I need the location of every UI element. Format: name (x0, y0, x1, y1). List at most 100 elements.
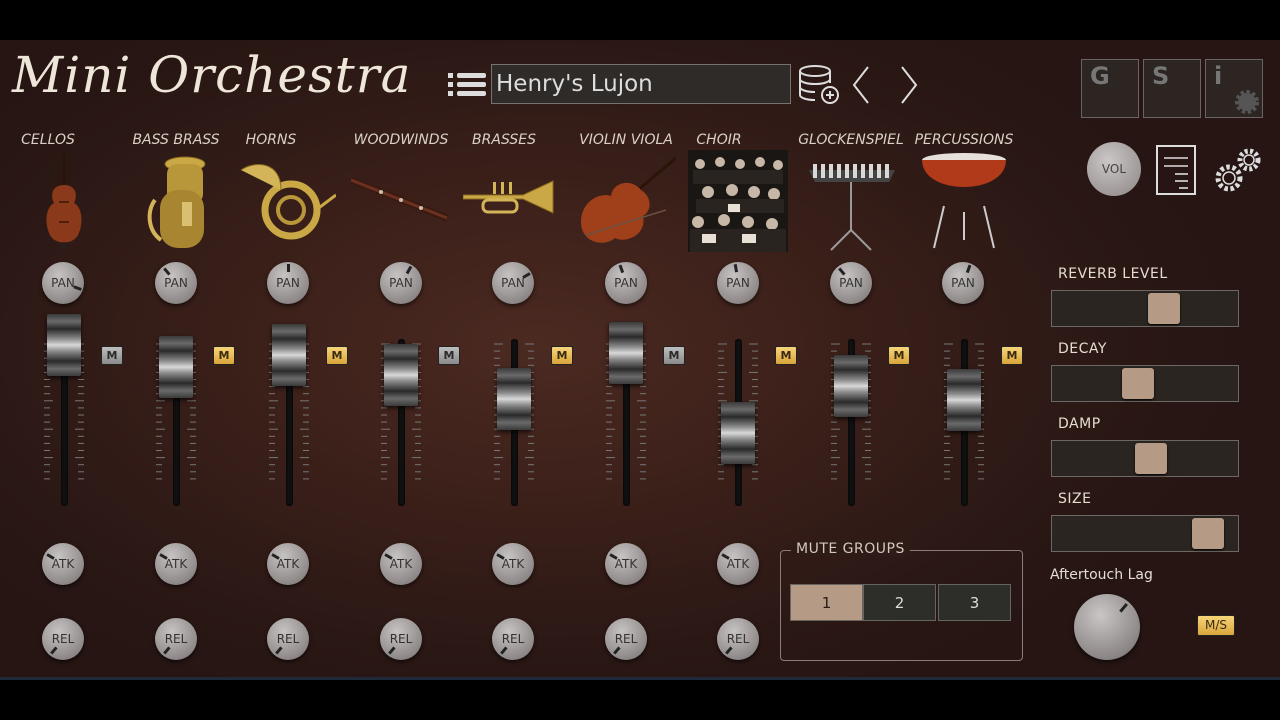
instrument-panel: Mini Orchestra Henry's Lujon G S i VOL C… (0, 40, 1280, 677)
fader-cap-brasses[interactable] (497, 368, 531, 430)
pan-knob-label: PAN (951, 276, 975, 290)
pan-knob-bass-brass[interactable]: PAN (155, 262, 197, 304)
pan-knob-label: PAN (51, 276, 75, 290)
release-knob-woodwinds[interactable]: REL (380, 618, 422, 660)
size-label: SIZE (1058, 491, 1092, 507)
damp-label: DAMP (1058, 416, 1101, 432)
aftertouch-lag-label: Aftertouch Lag (1050, 567, 1153, 583)
release-knob-bass-brass[interactable]: REL (155, 618, 197, 660)
fader-cap-woodwinds[interactable] (384, 344, 418, 406)
volume-knob[interactable]: VOL (1087, 142, 1141, 196)
pan-knob-label: PAN (276, 276, 300, 290)
mute-groups-box: MUTE GROUPS 1 2 3 (780, 541, 1023, 661)
pan-knob-cellos[interactable]: PAN (42, 262, 84, 304)
choir-image (688, 150, 788, 252)
channel-label-choir: CHOIR (696, 132, 742, 148)
mute-button-horns[interactable]: M (326, 346, 348, 365)
decay-slider[interactable] (1051, 365, 1239, 402)
decay-label: DECAY (1058, 341, 1107, 357)
decay-thumb[interactable] (1122, 368, 1155, 399)
release-knob-label: REL (614, 632, 638, 646)
previous-preset-icon[interactable] (850, 64, 872, 106)
document-icon[interactable] (1155, 144, 1197, 196)
damp-slider[interactable] (1051, 440, 1239, 477)
channel-label-horns: HORNS (245, 132, 297, 148)
mute-group-2-button[interactable]: 2 (863, 584, 936, 621)
preset-list-icon[interactable] (447, 72, 487, 98)
trumpet-image (463, 180, 554, 214)
release-knob-violin-viola[interactable]: REL (605, 618, 647, 660)
bottom-strip (0, 677, 1280, 680)
release-knob-cellos[interactable]: REL (42, 618, 84, 660)
aftertouch-lag-knob[interactable] (1074, 594, 1140, 660)
fader-cap-violin-viola[interactable] (609, 322, 643, 385)
release-knob-brasses[interactable]: REL (492, 618, 534, 660)
release-knob-label: REL (501, 632, 525, 646)
attack-knob-brasses[interactable]: ATK (492, 543, 534, 585)
pan-knob-violin-viola[interactable]: PAN (605, 262, 647, 304)
fader-cap-horns[interactable] (272, 323, 306, 386)
fader-cap-percussions[interactable] (947, 369, 981, 432)
preset-name-field[interactable]: Henry's Lujon (491, 64, 791, 104)
release-knob-label: REL (51, 632, 75, 646)
mute-button-violin-viola[interactable]: M (663, 346, 685, 365)
channel-label-glockenspiel: GLOCKENSPIEL (798, 132, 904, 148)
channel-label-percussions: PERCUSSIONS (914, 132, 1014, 148)
mute-button-choir[interactable]: M (775, 346, 797, 365)
fader-cap-bass-brass[interactable] (159, 335, 193, 398)
pan-knob-label: PAN (389, 276, 413, 290)
mute-button-bass-brass[interactable]: M (213, 346, 235, 365)
timpani-image (922, 153, 1006, 249)
attack-knob-bass-brass[interactable]: ATK (155, 543, 197, 585)
fader-cap-cellos[interactable] (47, 314, 81, 376)
attack-knob-woodwinds[interactable]: ATK (380, 543, 422, 585)
pan-knob-woodwinds[interactable]: PAN (380, 262, 422, 304)
attack-knob-label: ATK (164, 557, 188, 571)
fader-cap-glockenspiel[interactable] (834, 354, 868, 417)
mute-button-woodwinds[interactable]: M (438, 346, 460, 365)
damp-thumb[interactable] (1134, 443, 1167, 474)
global-button[interactable]: G (1081, 59, 1139, 118)
mute-button-percussions[interactable]: M (1001, 346, 1023, 365)
release-knob-label: REL (276, 632, 300, 646)
fader-cap-choir[interactable] (721, 401, 755, 464)
size-slider[interactable] (1051, 515, 1239, 552)
pan-knob-brasses[interactable]: PAN (492, 262, 534, 304)
release-knob-horns[interactable]: REL (267, 618, 309, 660)
release-knob-label: REL (164, 632, 188, 646)
violin-image (581, 156, 676, 243)
mute-button-glockenspiel[interactable]: M (888, 346, 910, 365)
pan-knob-choir[interactable]: PAN (717, 262, 759, 304)
attack-knob-label: ATK (389, 557, 413, 571)
size-thumb[interactable] (1192, 518, 1225, 549)
mute-button-cellos[interactable]: M (101, 346, 123, 365)
attack-knob-cellos[interactable]: ATK (42, 543, 84, 585)
reverb-level-slider[interactable] (1051, 290, 1239, 327)
pan-knob-horns[interactable]: PAN (267, 262, 309, 304)
pan-knob-label: PAN (614, 276, 638, 290)
settings-s-button[interactable]: S (1143, 59, 1201, 118)
ms-toggle-button[interactable]: M/S (1197, 615, 1235, 636)
mute-button-brasses[interactable]: M (551, 346, 573, 365)
attack-knob-violin-viola[interactable]: ATK (605, 543, 647, 585)
channel-label-bass-brass: BASS BRASS (132, 132, 220, 148)
next-preset-icon[interactable] (898, 64, 920, 106)
mute-group-3-button[interactable]: 3 (938, 584, 1011, 621)
gears-settings-icon[interactable] (1212, 144, 1266, 196)
attack-knob-horns[interactable]: ATK (267, 543, 309, 585)
channel-label-brasses: BRASSES (472, 132, 536, 148)
pan-knob-percussions[interactable]: PAN (942, 262, 984, 304)
release-knob-choir[interactable]: REL (717, 618, 759, 660)
mute-group-1-button[interactable]: 1 (790, 584, 863, 621)
release-knob-label: REL (389, 632, 413, 646)
glockenspiel-image (809, 164, 895, 251)
attack-knob-label: ATK (51, 557, 75, 571)
attack-knob-label: ATK (726, 557, 750, 571)
database-add-icon[interactable] (798, 64, 840, 106)
cello-image (46, 152, 82, 250)
pan-knob-glockenspiel[interactable]: PAN (830, 262, 872, 304)
channel-label-violin-viola: VIOLIN VIOLA (579, 132, 673, 148)
attack-knob-choir[interactable]: ATK (717, 543, 759, 585)
info-button[interactable]: i (1205, 59, 1263, 118)
reverb-level-thumb[interactable] (1148, 293, 1181, 324)
